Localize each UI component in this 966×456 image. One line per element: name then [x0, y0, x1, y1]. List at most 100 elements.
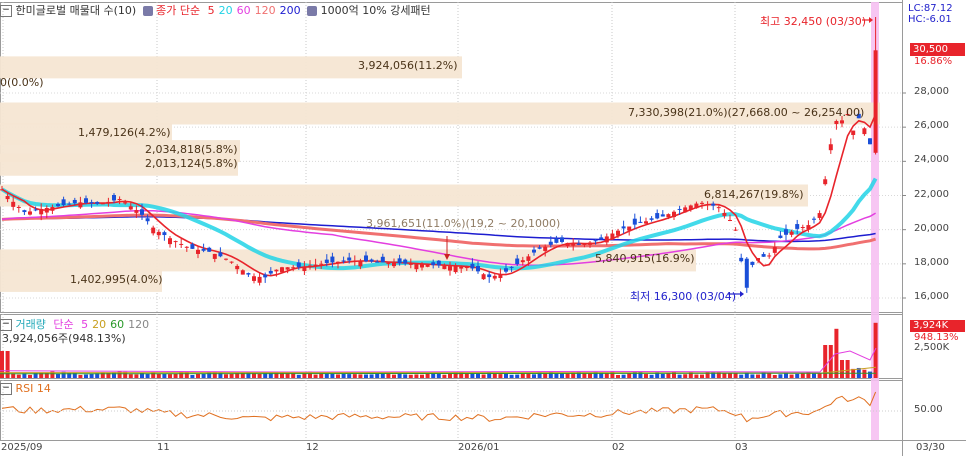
candle-body: [828, 144, 833, 151]
candle-body: [621, 226, 626, 229]
candle-body: [487, 274, 492, 278]
candle-body: [117, 199, 122, 201]
volume-bar: [868, 371, 872, 378]
candle-body: [638, 221, 643, 223]
candle-body: [442, 265, 447, 270]
volume-bar: [509, 374, 514, 378]
volume-profile-bar: [0, 102, 880, 125]
volume-bar: [257, 373, 262, 378]
volume-profile-bar: [0, 56, 462, 79]
candle-body: [168, 238, 172, 245]
candle-body: [145, 218, 150, 222]
candle-body: [448, 266, 452, 271]
volume-bar: [498, 374, 503, 378]
candle-body: [733, 229, 738, 231]
candle-body: [224, 258, 228, 260]
volume-bar: [750, 374, 755, 378]
volume-bar: [772, 374, 777, 378]
candle-body: [425, 264, 430, 267]
candle-body: [240, 270, 245, 275]
candle-body: [369, 259, 374, 262]
candle-body: [565, 242, 570, 246]
volume-ma-60: [0, 372, 877, 375]
candle-body: [554, 238, 559, 243]
candle-body: [688, 205, 693, 210]
candle-body: [347, 257, 352, 261]
candle-body: [660, 214, 665, 217]
candle-body: [28, 211, 32, 215]
candle-body: [616, 230, 620, 236]
candle-body: [610, 233, 615, 240]
candle-body: [649, 218, 654, 220]
candle-body: [470, 263, 475, 269]
candle-body: [840, 120, 844, 124]
candle-body: [397, 258, 402, 264]
candle-body: [436, 260, 441, 266]
candle-body: [834, 121, 839, 125]
candle-body: [134, 210, 139, 213]
candle-body: [520, 260, 525, 263]
volume-bar: [403, 374, 408, 378]
candle-body: [459, 266, 464, 269]
volume-bar: [649, 374, 654, 378]
candle-body: [218, 252, 223, 257]
candle-body: [498, 273, 503, 279]
candle-body: [800, 227, 805, 229]
volume-bar: [336, 374, 340, 378]
volume-bar: [588, 373, 592, 378]
volume-bar: [464, 373, 469, 378]
candle-body: [106, 201, 111, 203]
volume-bar: [28, 374, 32, 378]
volume-bar: [358, 374, 363, 378]
candle-body: [184, 246, 189, 248]
candlestick-chart[interactable]: [0, 0, 966, 456]
volume-bar: [347, 374, 352, 378]
candle-body: [268, 270, 273, 274]
volume-bar: [644, 374, 648, 378]
volume-bar: [296, 374, 301, 378]
candle-body: [464, 267, 469, 269]
candle-body: [196, 249, 200, 254]
candle-body: [95, 201, 100, 204]
candle-body: [627, 226, 632, 231]
candle-body: [252, 276, 256, 281]
candle-body: [173, 241, 178, 243]
candle-body: [571, 243, 576, 246]
volume-bar: [196, 373, 200, 378]
candle-body: [767, 255, 772, 257]
candle-body: [526, 256, 531, 261]
candle-body: [151, 227, 156, 234]
volume-bar: [313, 374, 318, 378]
volume-bar: [364, 374, 368, 378]
volume-bar: [173, 373, 178, 378]
candle-body: [380, 256, 385, 263]
candle-body: [481, 274, 486, 280]
stock-chart[interactable]: − 한미글로벌 매물대 수(10) 종가 단순 5 20 60 120 200 1000…: [0, 0, 966, 456]
candle-body: [453, 266, 458, 273]
candle-body: [336, 261, 340, 263]
volume-bar: [840, 360, 844, 378]
candle-body: [778, 235, 783, 238]
volume-bar: [515, 374, 520, 378]
candle-body: [39, 208, 44, 215]
candle-body: [543, 246, 548, 251]
volume-bar: [224, 374, 228, 378]
volume-bar: [408, 374, 413, 378]
candle-body: [784, 229, 788, 235]
volume-bar: [862, 369, 867, 378]
volume-bar: [145, 373, 150, 378]
candle-body: [140, 209, 144, 215]
volume-bar: [431, 373, 436, 378]
candle-body: [375, 261, 380, 263]
volume-profile-bar: [0, 269, 162, 292]
candle-body: [364, 255, 368, 262]
volume-bar: [134, 374, 139, 378]
volume-bar: [229, 373, 234, 378]
candle-body: [16, 206, 21, 209]
candle-body: [756, 258, 760, 261]
candle-body: [683, 207, 688, 213]
candle-body: [532, 249, 536, 253]
candle-body: [5, 196, 10, 200]
candle-body: [257, 276, 262, 283]
candle-body: [22, 210, 27, 213]
